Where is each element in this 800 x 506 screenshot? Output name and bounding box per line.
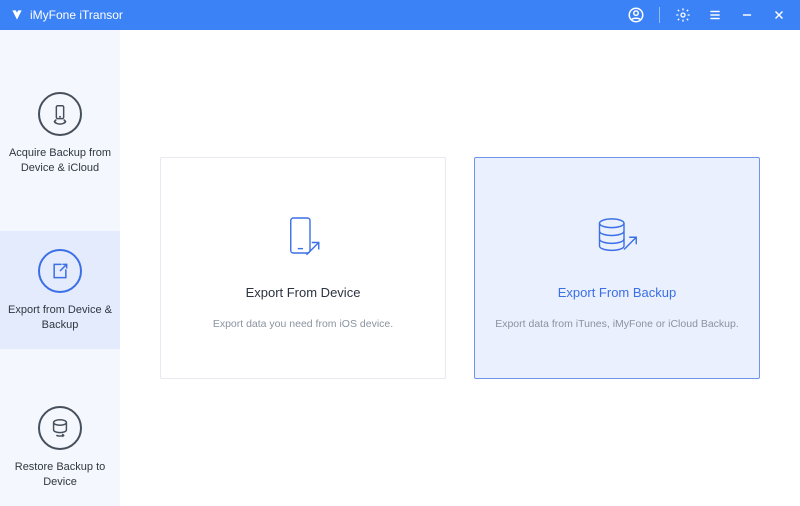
export-icon [38,249,82,293]
sidebar-item-label: Export from Device & Backup [8,303,112,333]
restore-icon [38,406,82,450]
card-desc: Export data you need from iOS device. [213,318,393,330]
title-bar: iMyFone iTransor [0,0,800,30]
card-export-from-backup[interactable]: Export From Backup Export data from iTun… [474,157,760,379]
backup-export-icon [587,207,647,271]
card-export-from-device[interactable]: Export From Device Export data you need … [160,157,446,379]
app-title: iMyFone iTransor [30,8,123,22]
divider [659,7,660,23]
main-content: Export From Device Export data you need … [120,30,800,506]
card-title: Export From Device [246,285,361,300]
sidebar-item-export[interactable]: Export from Device & Backup [0,231,120,349]
sidebar-item-restore-backup[interactable]: Restore Backup to Device [0,388,120,506]
sidebar: Acquire Backup from Device & iCloud Expo… [0,30,120,506]
device-export-icon [275,207,331,271]
phone-sync-icon [38,92,82,136]
card-desc: Export data from iTunes, iMyFone or iClo… [495,318,739,330]
account-icon[interactable] [627,6,645,24]
app-logo-icon [10,8,24,22]
sidebar-item-label: Restore Backup to Device [8,460,112,490]
minimize-button[interactable] [738,6,756,24]
sidebar-item-label: Acquire Backup from Device & iCloud [8,146,112,176]
close-button[interactable] [770,6,788,24]
app-logo-area: iMyFone iTransor [10,8,123,22]
card-title: Export From Backup [558,285,677,300]
menu-icon[interactable] [706,6,724,24]
sidebar-item-acquire-backup[interactable]: Acquire Backup from Device & iCloud [0,74,120,192]
window-controls [627,6,788,24]
gear-icon[interactable] [674,6,692,24]
